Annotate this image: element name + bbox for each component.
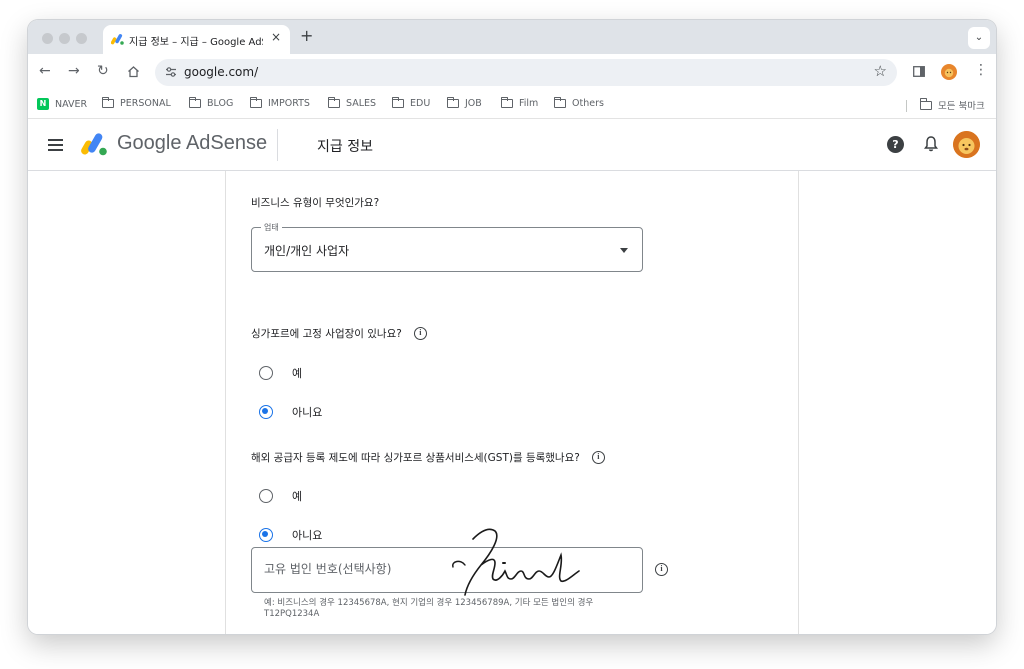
signature-watermark — [452, 528, 580, 596]
folder-icon — [327, 96, 340, 108]
bookmark-label: Others — [572, 98, 604, 109]
naver-icon: N — [37, 98, 49, 110]
close-window-button[interactable] — [42, 33, 53, 44]
info-icon[interactable]: i — [413, 327, 427, 340]
new-tab-button[interactable]: + — [300, 26, 313, 45]
tab-strip: 지급 정보 – 지급 – Google AdSense × + ⌄ — [28, 20, 996, 54]
folder-icon — [553, 96, 566, 108]
app-header: Google AdSense 지급 정보 ? — [28, 119, 996, 171]
question-label: 비즈니스 유형이 무엇인가요? — [251, 197, 380, 209]
page-title: 지급 정보 — [317, 139, 373, 155]
forward-icon[interactable]: → — [68, 63, 80, 79]
tab-close-icon[interactable]: × — [271, 30, 281, 44]
payment-info-form: 비즈니스 유형이 무엇인가요? 업태 개인/개인 사업자 싱가포르에 고정 사업… — [28, 171, 996, 634]
account-avatar[interactable] — [953, 131, 980, 158]
adsense-favicon-icon — [111, 34, 124, 45]
folder-icon — [500, 96, 513, 108]
bookmark-label: IMPORTS — [268, 98, 310, 109]
bookmark-label: Film — [519, 98, 539, 109]
business-type-select[interactable]: 업태 개인/개인 사업자 — [251, 222, 643, 272]
zoom-window-button[interactable] — [76, 33, 87, 44]
select-value: 개인/개인 사업자 — [264, 244, 350, 258]
bookmark-imports[interactable]: IMPORTS — [249, 96, 310, 109]
info-icon[interactable]: i — [655, 563, 668, 576]
folder-icon — [101, 96, 114, 108]
dropdown-arrow-icon — [620, 248, 628, 253]
bookmark-job[interactable]: JOB — [446, 96, 482, 109]
all-bookmarks-button[interactable]: 모든 북마크 — [919, 98, 985, 112]
fixed-place-option-no[interactable]: 아니요 — [259, 404, 322, 420]
bookmark-personal[interactable]: PERSONAL — [101, 96, 171, 109]
adsense-logo-icon — [81, 133, 107, 156]
radio-button[interactable] — [259, 489, 273, 503]
brand-name: Google AdSense — [117, 132, 268, 154]
radio-button-checked[interactable] — [259, 405, 273, 419]
question-label: 싱가포르에 고정 사업장이 있나요? — [251, 328, 402, 340]
right-column-border — [798, 171, 799, 634]
fixed-place-option-yes[interactable]: 예 — [259, 365, 302, 381]
minimize-window-button[interactable] — [59, 33, 70, 44]
bookmark-star-icon[interactable]: ☆ — [874, 62, 887, 80]
folder-icon — [249, 96, 262, 108]
gst-option-yes[interactable]: 예 — [259, 488, 302, 504]
info-icon[interactable]: i — [591, 451, 605, 464]
bookmark-film[interactable]: Film — [500, 96, 539, 109]
radio-button[interactable] — [259, 366, 273, 380]
reload-icon[interactable]: ↻ — [97, 63, 109, 79]
gst-question: 해외 공급자 등록 제도에 따라 싱가포르 상품서비스세(GST)를 등록했나요… — [251, 450, 605, 465]
folder-icon — [391, 96, 404, 108]
home-icon[interactable] — [127, 65, 140, 78]
bookmark-label: NAVER — [55, 98, 88, 110]
bookmark-label: 모든 북마크 — [938, 101, 985, 112]
fixed-place-question: 싱가포르에 고정 사업장이 있나요? i — [251, 326, 427, 341]
bookmark-label: SALES — [346, 98, 377, 109]
folder-icon — [188, 96, 201, 108]
select-legend: 업태 — [261, 222, 282, 233]
back-icon[interactable]: ← — [39, 63, 51, 79]
bookmark-blog[interactable]: BLOG — [188, 96, 234, 109]
profile-avatar-icon[interactable] — [941, 64, 957, 80]
business-type-question: 비즈니스 유형이 무엇인가요? — [251, 195, 379, 210]
address-bar[interactable]: google.com/ ☆ — [155, 59, 897, 86]
gst-option-no[interactable]: 아니요 — [259, 527, 322, 543]
radio-label: 예 — [292, 367, 303, 380]
bookmarks-bar: N NAVER PERSONAL BLOG IMPORTS SALES EDU … — [28, 92, 996, 119]
url-text[interactable]: google.com/ — [184, 65, 258, 79]
bookmark-label: PERSONAL — [120, 98, 171, 109]
site-settings-icon[interactable] — [165, 66, 177, 78]
radio-button-checked[interactable] — [259, 528, 273, 542]
tab-title: 지급 정보 – 지급 – Google AdSense — [129, 37, 263, 48]
radio-label: 아니요 — [292, 406, 323, 419]
bookmark-separator — [906, 100, 907, 112]
left-column-border — [225, 171, 226, 634]
browser-window: 지급 정보 – 지급 – Google AdSense × + ⌄ ← → ↻ … — [28, 20, 996, 634]
bookmark-sales[interactable]: SALES — [327, 96, 377, 109]
browser-toolbar: ← → ↻ google.com/ ☆ ⋮ — [28, 54, 996, 92]
notifications-bell-icon[interactable] — [924, 135, 938, 153]
folder-icon — [919, 98, 932, 110]
bookmark-others[interactable]: Others — [553, 96, 604, 109]
tab-search-button[interactable]: ⌄ — [968, 27, 990, 49]
bookmark-label: BLOG — [207, 98, 234, 109]
folder-icon — [446, 96, 459, 108]
question-label: 해외 공급자 등록 제도에 따라 싱가포르 상품서비스세(GST)를 등록했나요… — [251, 452, 580, 464]
header-divider — [277, 129, 278, 161]
radio-label: 예 — [292, 490, 303, 503]
browser-menu-icon[interactable]: ⋮ — [974, 62, 988, 78]
bookmark-edu[interactable]: EDU — [391, 96, 431, 109]
main-menu-icon[interactable] — [48, 139, 63, 151]
bookmark-label: JOB — [465, 98, 482, 109]
bookmark-label: EDU — [410, 98, 431, 109]
browser-tab[interactable]: 지급 정보 – 지급 – Google AdSense × — [103, 25, 290, 54]
bookmark-naver[interactable]: N NAVER — [37, 98, 87, 110]
side-panel-icon[interactable] — [913, 66, 925, 77]
help-icon[interactable]: ? — [887, 136, 904, 153]
radio-label: 아니요 — [292, 529, 323, 542]
